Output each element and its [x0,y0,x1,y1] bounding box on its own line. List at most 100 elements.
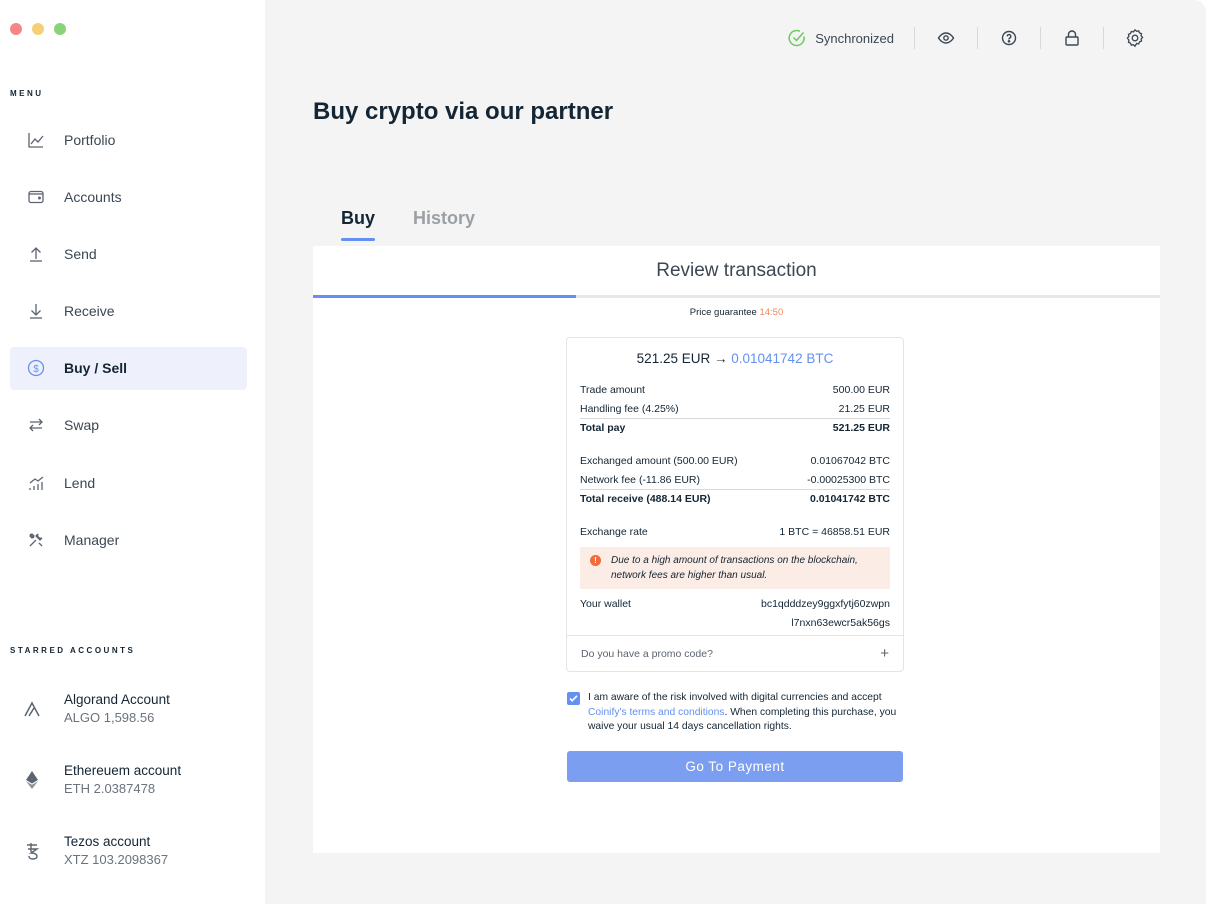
sync-status[interactable]: Synchronized [787,28,894,48]
conversion-headline: 521.25 EUR → 0.01041742 BTC [567,351,903,369]
starred-accounts-list: Algorand Account ALGO 1,598.56 Ethereuem… [10,688,247,901]
algorand-icon [22,699,42,719]
svg-text:$: $ [33,364,39,375]
minimize-window-button[interactable] [32,23,44,35]
check-circle-icon [788,29,806,47]
starred-account-ethereum[interactable]: Ethereuem account ETH 2.0387478 [10,759,247,801]
plus-icon: + [880,645,889,662]
arrow-up-icon [25,243,47,265]
row-value: 521.25 EUR [832,422,890,434]
trade-amount-row: Trade amount 500.00 EUR [580,380,890,399]
from-amount: 521.25 EUR [636,351,711,366]
row-label: Handling fee (4.25%) [580,402,679,415]
swap-icon [25,414,47,436]
nav-label: Receive [64,303,115,320]
account-balance: ALGO 1,598.56 [64,710,155,725]
nav-item-receive[interactable]: Receive [10,290,247,333]
tab-buy[interactable]: Buy [341,208,376,241]
starred-account-tezos[interactable]: Tezos account XTZ 103.2098367 [10,830,247,872]
divider [977,27,978,49]
row-label: Total receive (488.14 EUR) [580,493,711,505]
settings-icon[interactable] [1124,27,1146,49]
divider [914,27,915,49]
terms-link[interactable]: Coinify's terms and conditions [588,707,724,718]
sidebar: MENU Portfolio Accounts Send Receive $ B… [0,0,265,904]
row-value: 1 BTC = 46858.51 EUR [779,525,890,538]
terms-text-before: I am aware of the risk involved with dig… [588,692,882,703]
transaction-summary: 521.25 EUR → 0.01041742 BTC Trade amount… [566,337,904,672]
nav-item-send[interactable]: Send [10,232,247,275]
nav-label: Swap [64,417,100,434]
row-label: Network fee (-11.86 EUR) [580,473,701,486]
row-label: Total pay [580,422,626,434]
nav-label: Accounts [64,188,122,205]
dollar-circle-icon: $ [25,357,47,379]
account-balance: ETH 2.0387478 [64,781,156,796]
to-amount: 0.01041742 BTC [731,351,834,366]
row-value: 0.01067042 BTC [810,454,890,467]
top-bar: Synchronized [787,25,1146,51]
nav-item-lend[interactable]: Lend [10,461,247,504]
exchanged-amount-row: Exchanged amount (500.00 EUR) 0.01067042… [580,451,890,470]
wallet-address-line-1: bc1qdddzey9ggxfytj60zwpn [760,598,890,610]
row-value: 0.01041742 BTC [810,493,890,505]
chart-icon [25,129,47,151]
menu-title: MENU [10,89,44,98]
nav-label: Buy / Sell [64,360,128,377]
wallet-icon [25,186,47,208]
arrow-down-icon [25,300,47,322]
tezos-icon [22,841,42,861]
wallet-address-line-2: l7nxn63ewcr5ak56gs [791,617,890,629]
step-progress-bar [313,295,1160,298]
terms-checkbox[interactable] [567,692,580,705]
network-fee-warning: ! Due to a high amount of transactions o… [580,547,890,589]
nav-item-accounts[interactable]: Accounts [10,175,247,218]
starred-accounts-title: STARRED ACCOUNTS [10,646,136,655]
eye-icon[interactable] [935,27,957,49]
nav-label: Lend [64,474,96,491]
page-title: Buy crypto via our partner [313,98,614,125]
nav-item-swap[interactable]: Swap [10,404,247,447]
review-card: Review transaction Price guarantee 14:50… [313,246,1160,853]
row-value: -0.00025300 BTC [807,473,890,486]
nav-item-buy-sell[interactable]: $ Buy / Sell [10,346,247,390]
tabs: Buy History [341,208,475,241]
warning-text: Due to a high amount of transactions on … [611,555,858,581]
main-content: Synchronized Buy crypto via our partner … [265,0,1206,904]
maximize-window-button[interactable] [54,23,66,35]
window-controls [10,23,66,35]
checkmark-icon [569,695,578,702]
price-guarantee: Price guarantee 14:50 [313,307,1160,318]
total-receive-row: Total receive (488.14 EUR) 0.01041742 BT… [580,489,890,508]
tools-icon [25,529,47,551]
review-title: Review transaction [656,260,817,281]
row-value: 21.25 EUR [838,402,890,415]
warning-icon: ! [590,555,601,566]
help-icon[interactable] [998,27,1020,49]
promo-code-label: Do you have a promo code? [581,647,713,660]
row-label: Exchanged amount (500.00 EUR) [580,454,738,467]
promo-code-toggle[interactable]: Do you have a promo code? + [567,635,903,671]
row-label: Exchange rate [580,525,648,538]
nav-item-portfolio[interactable]: Portfolio [10,118,247,161]
lock-icon[interactable] [1061,27,1083,49]
nav-label: Manager [64,531,120,548]
nav-label: Portfolio [64,131,116,148]
nav-item-manager[interactable]: Manager [10,518,247,561]
terms-text: I am aware of the risk involved with dig… [588,691,907,735]
handling-fee-row: Handling fee (4.25%) 21.25 EUR [580,399,890,418]
summary-rows: Trade amount 500.00 EUR Handling fee (4.… [567,380,903,633]
nav-label: Send [64,245,97,262]
close-window-button[interactable] [10,23,22,35]
wallet-address: bc1qdddzey9ggxfytj60zwpn l7nxn63ewcr5ak5… [761,595,890,633]
exchange-rate-row: Exchange rate 1 BTC = 46858.51 EUR [580,522,890,541]
total-pay-row: Total pay 521.25 EUR [580,418,890,437]
account-name: Ethereuem account [64,763,182,778]
terms-agreement: I am aware of the risk involved with dig… [567,691,907,735]
starred-account-algorand[interactable]: Algorand Account ALGO 1,598.56 [10,688,247,730]
app-window: MENU Portfolio Accounts Send Receive $ B… [0,0,1206,904]
tab-history[interactable]: History [413,208,475,241]
go-to-payment-button[interactable]: Go To Payment [567,751,903,782]
ethereum-icon [22,770,42,790]
wallet-label: Your wallet [580,598,631,610]
